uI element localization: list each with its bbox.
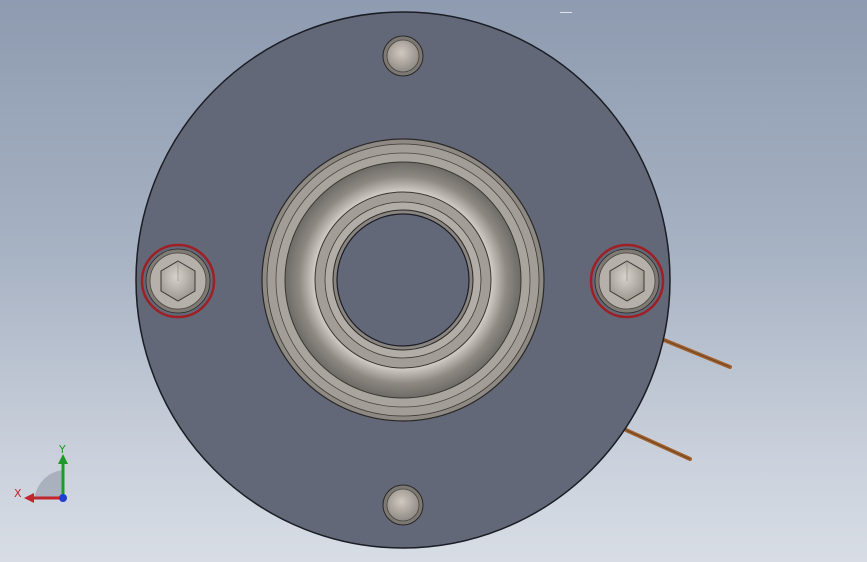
bore-hole[interactable] — [336, 213, 470, 347]
model-view[interactable] — [0, 0, 867, 562]
hex-bolt-right[interactable] — [589, 243, 665, 319]
bearing-assembly[interactable] — [261, 138, 545, 422]
orientation-triad: Y X — [14, 443, 68, 503]
triad-x-label: X — [14, 487, 22, 500]
graphics-viewport[interactable]: Y X — [0, 0, 867, 562]
hex-bolt-left[interactable] — [140, 243, 216, 319]
triad-y-label: Y — [58, 443, 66, 456]
dowel-pin-bottom[interactable] — [382, 484, 424, 526]
triad-z-axis — [59, 494, 67, 502]
dowel-pin-top[interactable] — [382, 35, 424, 77]
